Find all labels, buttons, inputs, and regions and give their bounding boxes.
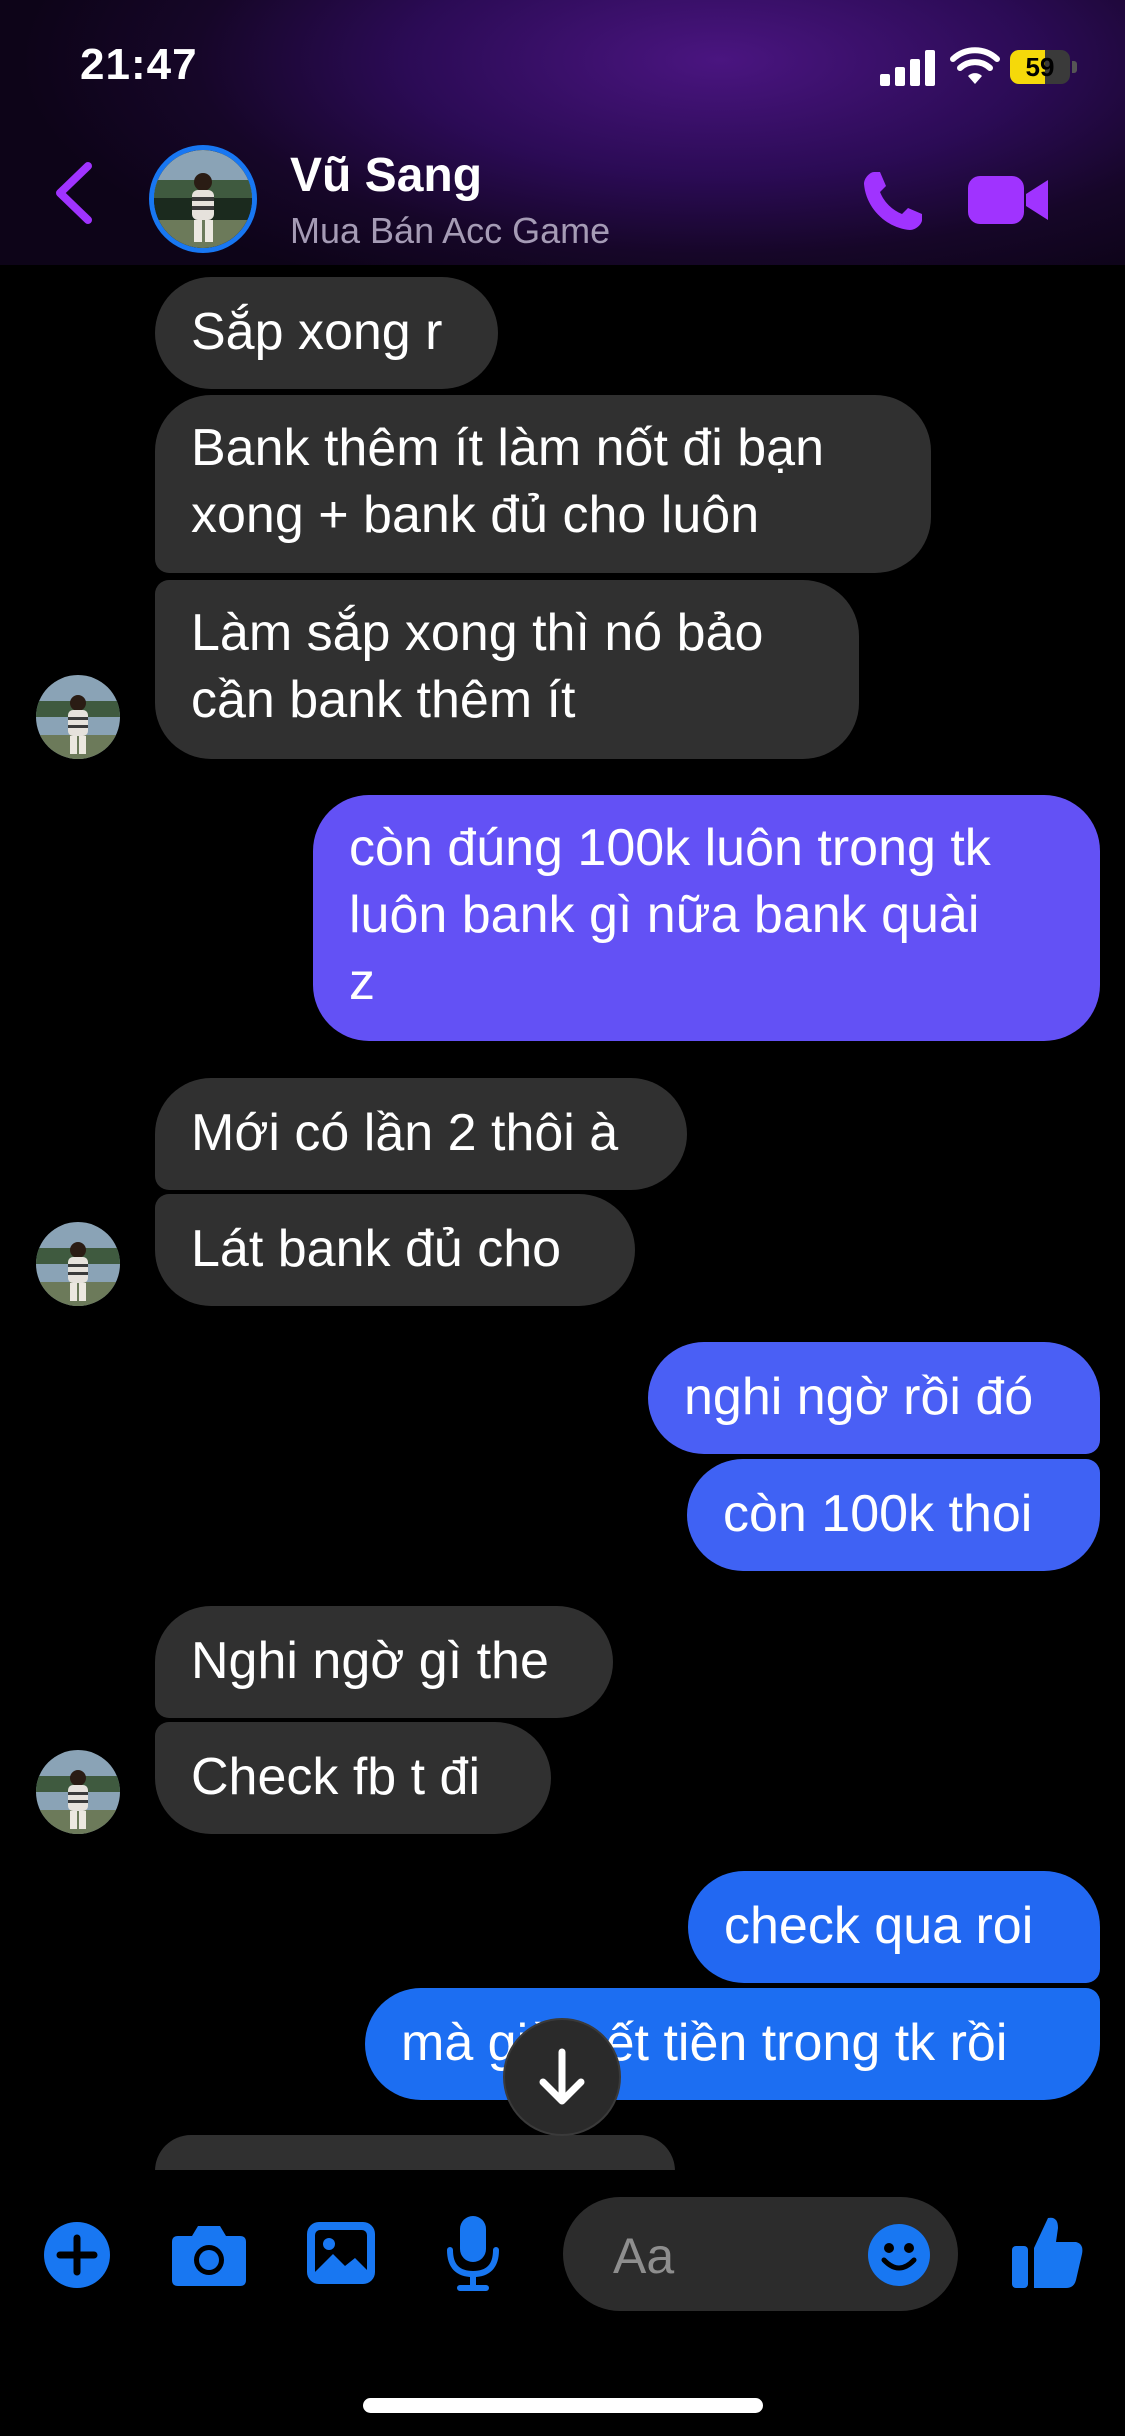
incoming-message-partial[interactable] <box>155 2135 675 2171</box>
chat-header: 21:47 59 Vũ Sang Mua Bán Acc Game <box>0 0 1125 265</box>
contact-avatar-small[interactable] <box>36 1750 120 1834</box>
contact-name[interactable]: Vũ Sang <box>290 148 482 203</box>
contact-avatar[interactable] <box>149 145 257 253</box>
battery-icon: 59 <box>1010 50 1077 86</box>
outgoing-message[interactable]: mà giờ hết tiền trong tk rồi <box>365 1988 1100 2100</box>
composer-bar <box>0 2170 1125 2436</box>
back-chevron-icon[interactable] <box>50 160 96 226</box>
battery-percent: 59 <box>1025 52 1055 82</box>
signal-icon <box>880 50 935 86</box>
contact-avatar-small[interactable] <box>36 1222 120 1306</box>
contact-subtitle: Mua Bán Acc Game <box>290 210 611 251</box>
scroll-to-bottom-button[interactable] <box>503 2018 621 2136</box>
outgoing-message[interactable]: còn 100k thoi <box>687 1459 1100 1571</box>
microphone-icon[interactable] <box>444 2214 502 2294</box>
outgoing-message[interactable]: nghi ngờ rồi đó <box>648 1342 1100 1454</box>
plus-icon[interactable] <box>42 2220 112 2290</box>
camera-icon[interactable] <box>170 2222 248 2288</box>
gallery-icon[interactable] <box>305 2220 377 2286</box>
outgoing-message[interactable]: còn đúng 100k luôn trong tk luôn bank gì… <box>313 795 1100 1041</box>
incoming-message[interactable]: Mới có lần 2 thôi à <box>155 1078 687 1190</box>
thumbs-up-icon[interactable] <box>1010 2214 1084 2290</box>
arrow-down-icon <box>539 2048 585 2105</box>
outgoing-message[interactable]: check qua roi <box>688 1871 1100 1983</box>
phone-icon[interactable] <box>860 168 926 234</box>
incoming-message[interactable]: Sắp xong r <box>155 277 498 389</box>
incoming-message[interactable]: Lát bank đủ cho <box>155 1194 635 1306</box>
incoming-message[interactable]: Bank thêm ít làm nốt đi bạn xong + bank … <box>155 395 931 573</box>
video-camera-icon[interactable] <box>968 172 1050 228</box>
status-time: 21:47 <box>80 40 198 89</box>
contact-avatar-small[interactable] <box>36 675 120 759</box>
message-input-field[interactable] <box>563 2197 958 2311</box>
home-indicator[interactable] <box>363 2398 763 2413</box>
message-input[interactable] <box>611 2227 875 2285</box>
emoji-icon[interactable] <box>866 2222 932 2288</box>
incoming-message[interactable]: Làm sắp xong thì nó bảo cần bank thêm ít <box>155 580 859 759</box>
wifi-icon <box>950 47 1000 84</box>
incoming-message[interactable]: Check fb t đi <box>155 1722 551 1834</box>
incoming-message[interactable]: Nghi ngờ gì the <box>155 1606 613 1718</box>
